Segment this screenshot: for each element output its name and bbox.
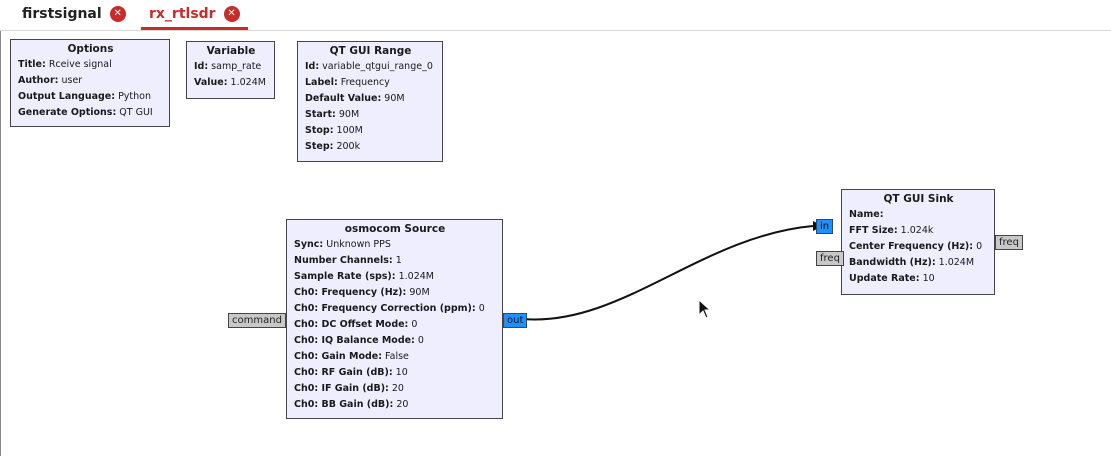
qt-gui-sink-block[interactable]: QT GUI Sink Name: FFT Size: 1.024k Cente… [841,189,995,295]
block-param: Center Frequency (Hz): 0 [849,241,983,252]
block-param: Ch0: Frequency Correction (ppm): 0 [294,303,485,314]
block-param: Default Value: 90M [305,93,405,104]
block-title: Options [67,43,114,55]
block-param: Ch0: RF Gain (dB): 10 [294,367,408,378]
tab-label: firstsignal [22,6,102,22]
block-param: Value: 1.024M [194,77,266,88]
block-param: Generate Options: QT GUI [18,107,153,118]
block-param: Ch0: IQ Balance Mode: 0 [294,335,424,346]
block-param: Step: 200k [305,141,361,152]
port-command[interactable]: command [228,313,286,328]
connection-out-to-in [522,225,814,321]
tab-label: rx_rtlsdr [149,6,216,22]
mouse-cursor-icon [698,299,712,319]
block-param: Title: Rceive signal [18,59,112,70]
port-freq-out[interactable]: freq [995,235,1023,250]
osmocom-source-block[interactable]: osmocom Source Sync: Unknown PPS Number … [286,219,503,419]
variable-block[interactable]: Variable Id: samp_rate Value: 1.024M [186,41,275,99]
tab-rx-rtlsdr[interactable]: rx_rtlsdr ✕ [141,0,248,30]
block-param: Sample Rate (sps): 1.024M [294,271,435,282]
port-freq-in[interactable]: freq [816,251,844,266]
block-param: Start: 90M [305,109,360,120]
block-param: Number Channels: 1 [294,255,402,266]
block-title: QT GUI Sink [883,193,954,205]
block-param: Ch0: IF Gain (dB): 20 [294,383,404,394]
block-param: Label: Frequency [305,77,390,88]
block-title: Variable [206,45,256,57]
block-param: Name: [849,209,884,220]
block-title: osmocom Source [344,223,446,235]
block-param: Update Rate: 10 [849,273,935,284]
qt-gui-range-block[interactable]: QT GUI Range Id: variable_qtgui_range_0 … [297,41,443,162]
close-icon[interactable]: ✕ [223,6,240,22]
block-param: Author: user [18,75,83,86]
tab-firstsignal[interactable]: firstsignal ✕ [14,0,134,28]
block-param: Ch0: Gain Mode: False [294,351,409,362]
port-out[interactable]: out [503,313,528,328]
block-param: Output Language: Python [18,91,152,102]
block-param: Stop: 100M [305,125,363,136]
block-param: FFT Size: 1.024k [849,225,934,236]
port-in[interactable]: in [816,219,834,234]
close-icon[interactable]: ✕ [109,6,126,22]
block-param: Ch0: Frequency (Hz): 90M [294,287,430,298]
block-param: Bandwidth (Hz): 1.024M [849,257,975,268]
options-block[interactable]: Options Title: Rceive signal Author: use… [10,39,170,127]
block-param: Ch0: DC Offset Mode: 0 [294,319,418,330]
tab-bar: firstsignal ✕ rx_rtlsdr ✕ [0,0,1111,31]
block-title: QT GUI Range [329,45,412,57]
block-param: Id: variable_qtgui_range_0 [305,61,433,72]
flowgraph-canvas[interactable]: Options Title: Rceive signal Author: use… [0,31,1111,456]
block-param: Sync: Unknown PPS [294,239,391,250]
block-param: Ch0: BB Gain (dB): 20 [294,399,409,410]
block-param: Id: samp_rate [194,61,262,72]
